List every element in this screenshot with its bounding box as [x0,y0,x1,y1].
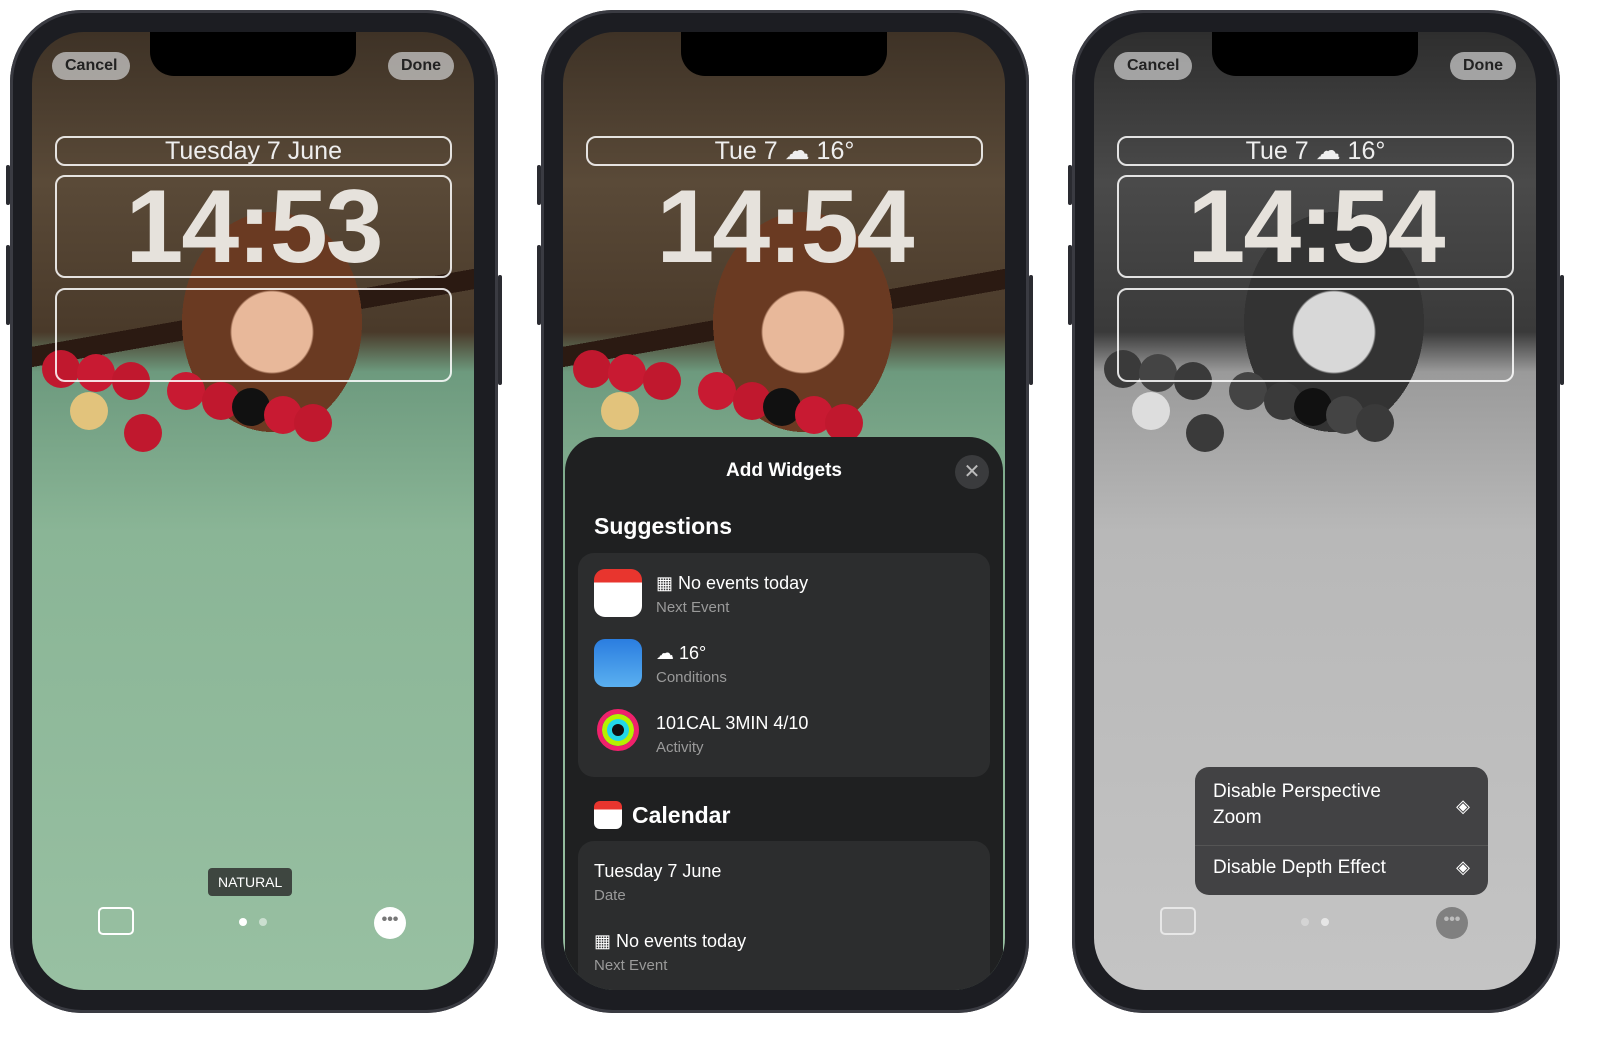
add-widgets-sheet: Add Widgets ✕ Suggestions ▦ No events to… [565,437,1003,990]
page-dot[interactable] [1301,918,1309,926]
widget-suggestion[interactable]: 101CAL 3MIN 4/10 Activity [578,709,990,769]
phone-natural: Cancel Done Tuesday 7 June 14:53 NATURAL… [6,10,502,1013]
widget-subtitle: Next Event [594,957,668,974]
cloud-icon: ☁ [656,643,680,663]
clock[interactable]: 14:53 [55,175,452,279]
widget-option[interactable]: ▦ No events today Next Event [578,927,990,987]
notch [150,32,356,76]
more-icon[interactable]: ••• [374,907,406,939]
phone-mono: Cancel Done Tue 7 ☁ 16° 14:54 ••• Disabl… [1068,10,1564,1013]
calendar-icon: ▦ [656,573,679,593]
suggestions-heading: Suggestions [594,513,733,539]
widget-subtitle: Conditions [656,669,727,686]
cancel-button[interactable]: Cancel [52,52,131,80]
temperature: 16° [816,137,855,165]
suggestions-card: ▦ No events today Next Event ☁ 16° Condi… [578,553,990,777]
options-menu: Disable Perspective Zoom ◈ Disable Depth… [1195,767,1488,895]
cancel-button[interactable]: Cancel [1114,52,1193,80]
notch [1212,32,1418,76]
activity-app-icon [597,709,639,751]
widget-title: 101CAL 3MIN 4/10 [656,713,809,733]
done-button[interactable]: Done [1450,52,1516,80]
more-icon[interactable]: ••• [1436,907,1468,939]
calendar-heading: Calendar [632,802,731,828]
widget-suggestion[interactable]: ▦ No events today Next Event [578,569,990,629]
calendar-app-icon [594,569,642,617]
calendar-app-icon [594,801,622,829]
widget-subtitle: Activity [656,739,704,756]
close-icon[interactable]: ✕ [955,455,989,489]
clock[interactable]: 14:54 [586,175,983,279]
lock-screen: Tue 7 ☁ 16° 14:54 Add Widgets ✕ Suggesti… [563,32,1005,990]
widget-title: ☁ 16° [656,643,706,664]
widget-title-text: No events today [616,931,747,951]
clock[interactable]: 14:54 [1117,175,1514,279]
temperature: 16° [1347,137,1386,165]
layers-icon: ◈ [1456,796,1470,816]
widget-title-text: 16° [679,643,707,663]
done-button[interactable]: Done [388,52,454,80]
weather-app-icon [594,639,642,687]
sheet-title: Add Widgets [726,460,842,481]
widget-title: Tuesday 7 June [594,861,722,881]
page-dot[interactable] [259,918,267,926]
phone-add-widgets: Tue 7 ☁ 16° 14:54 Add Widgets ✕ Suggesti… [537,10,1033,1013]
lock-screen: Cancel Done Tuesday 7 June 14:53 NATURAL… [32,32,474,990]
menu-item-disable-perspective-zoom[interactable]: Disable Perspective Zoom ◈ [1213,779,1470,835]
lock-screen: Cancel Done Tue 7 ☁ 16° 14:54 ••• Disabl… [1094,32,1536,990]
date-weather-widget[interactable]: Tue 7 ☁ 16° [586,136,983,166]
widget-subtitle: Next Event [656,599,730,616]
date-widget[interactable]: Tuesday 7 June [55,136,452,166]
menu-item-disable-depth-effect[interactable]: Disable Depth Effect ◈ [1213,857,1470,883]
layers-icon: ◈ [1456,857,1470,877]
menu-item-label: Disable Perspective Zoom [1213,781,1381,828]
photos-icon[interactable] [1160,907,1196,935]
page-dot-active[interactable] [1321,918,1329,926]
date-weather-widget[interactable]: Tue 7 ☁ 16° [1117,136,1514,166]
widget-title: ▦ No events today [594,931,746,952]
widget-title: ▦ No events today [656,573,808,594]
notch [681,32,887,76]
page-dot-active[interactable] [239,918,247,926]
menu-item-label: Disable Depth Effect [1213,857,1386,878]
cloud-icon: ☁ [1315,137,1341,165]
cloud-icon: ☁ [784,137,810,165]
widget-suggestion[interactable]: ☁ 16° Conditions [578,639,990,699]
photos-icon[interactable] [98,907,134,935]
widget-area[interactable] [55,288,452,382]
date-text: Tue 7 [714,137,778,165]
widget-option[interactable]: Tuesday 7 June Date [578,857,990,917]
divider [1195,845,1488,846]
widget-area[interactable] [1117,288,1514,382]
calendar-icon: ▦ [594,931,617,951]
widget-title-text: No events today [678,573,809,593]
widget-subtitle: Date [594,887,626,904]
date-text: Tue 7 [1245,137,1309,165]
calendar-card: Tuesday 7 June Date ▦ No events today Ne… [578,841,990,990]
filter-label: NATURAL [208,868,293,896]
